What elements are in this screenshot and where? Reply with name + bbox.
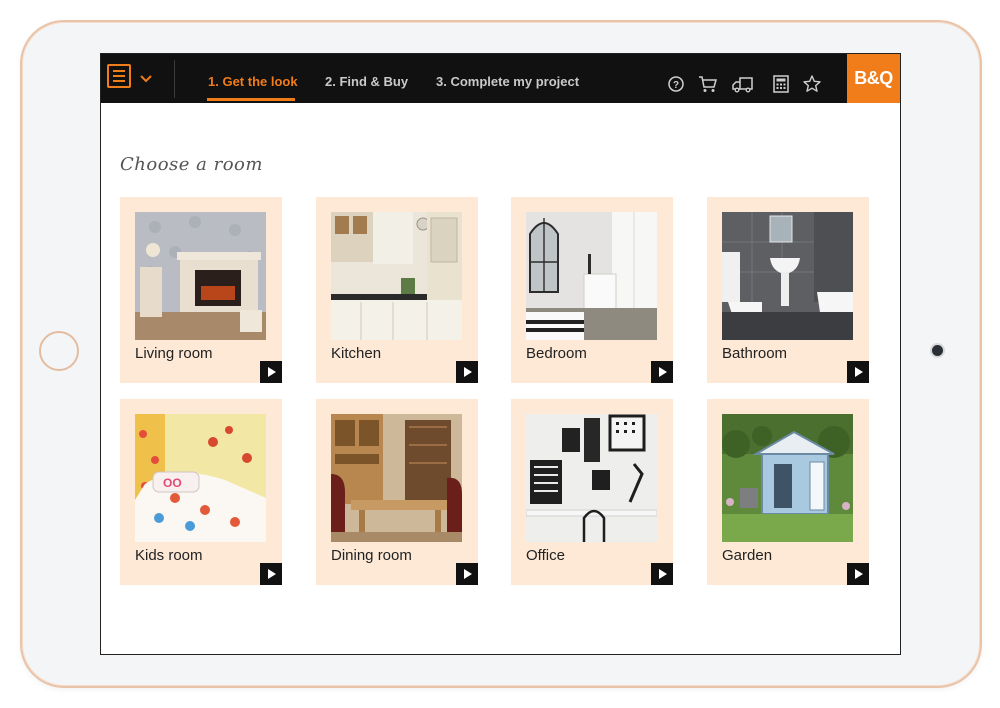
help-icon[interactable]: ?: [666, 74, 686, 94]
room-label: Dining room: [331, 547, 412, 564]
active-tab-indicator: [207, 98, 295, 101]
room-card-garden[interactable]: Garden: [707, 399, 869, 585]
top-navigation-bar: 1. Get the look 2. Find & Buy 3. Complet…: [101, 54, 900, 103]
front-camera: [932, 345, 943, 356]
play-icon[interactable]: [456, 563, 478, 585]
play-icon[interactable]: [260, 563, 282, 585]
delivery-truck-icon[interactable]: [732, 74, 753, 94]
nav-divider: [174, 60, 175, 98]
room-label: Living room: [135, 345, 213, 362]
play-icon[interactable]: [651, 563, 673, 585]
room-card-office[interactable]: Office: [511, 399, 673, 585]
app-screen: 1. Get the look 2. Find & Buy 3. Complet…: [100, 53, 901, 655]
page-title: Choose a room: [120, 154, 263, 175]
play-icon[interactable]: [847, 361, 869, 383]
svg-text:?: ?: [673, 80, 679, 91]
play-icon[interactable]: [260, 361, 282, 383]
room-label: Kids room: [135, 547, 203, 564]
bedroom-image: [526, 212, 657, 340]
play-icon[interactable]: [847, 563, 869, 585]
star-icon[interactable]: [802, 74, 822, 94]
living-room-image: [135, 212, 266, 340]
room-card-bedroom[interactable]: Bedroom: [511, 197, 673, 383]
room-label: Garden: [722, 547, 773, 564]
svg-text:OO: OO: [163, 476, 182, 490]
tab-get-the-look[interactable]: 1. Get the look: [208, 74, 298, 89]
bq-logo[interactable]: B&Q: [847, 54, 900, 103]
room-label: Kitchen: [331, 345, 382, 362]
room-card-living-room[interactable]: Living room: [120, 197, 282, 383]
tab-find-and-buy[interactable]: 2. Find & Buy: [325, 74, 408, 89]
room-card-kitchen[interactable]: Kitchen: [316, 197, 478, 383]
garden-image: [722, 414, 853, 542]
kitchen-image: [331, 212, 462, 340]
calculator-icon[interactable]: [771, 74, 791, 94]
bathroom-image: [722, 212, 853, 340]
chevron-down-icon[interactable]: [139, 72, 153, 86]
home-button[interactable]: [39, 331, 79, 371]
kids-room-image: OO: [135, 414, 266, 542]
cart-icon[interactable]: [698, 74, 718, 94]
office-image: [526, 414, 657, 542]
play-icon[interactable]: [651, 361, 673, 383]
menu-icon[interactable]: [107, 64, 131, 88]
room-card-kids-room[interactable]: OO Kids room: [120, 399, 282, 585]
room-label: Bathroom: [722, 345, 788, 362]
room-card-dining-room[interactable]: Dining room: [316, 399, 478, 585]
room-label: Office: [526, 547, 565, 564]
tab-complete-my-project[interactable]: 3. Complete my project: [436, 74, 579, 89]
dining-room-image: [331, 414, 462, 542]
room-label: Bedroom: [526, 345, 587, 362]
room-card-bathroom[interactable]: Bathroom: [707, 197, 869, 383]
play-icon[interactable]: [456, 361, 478, 383]
